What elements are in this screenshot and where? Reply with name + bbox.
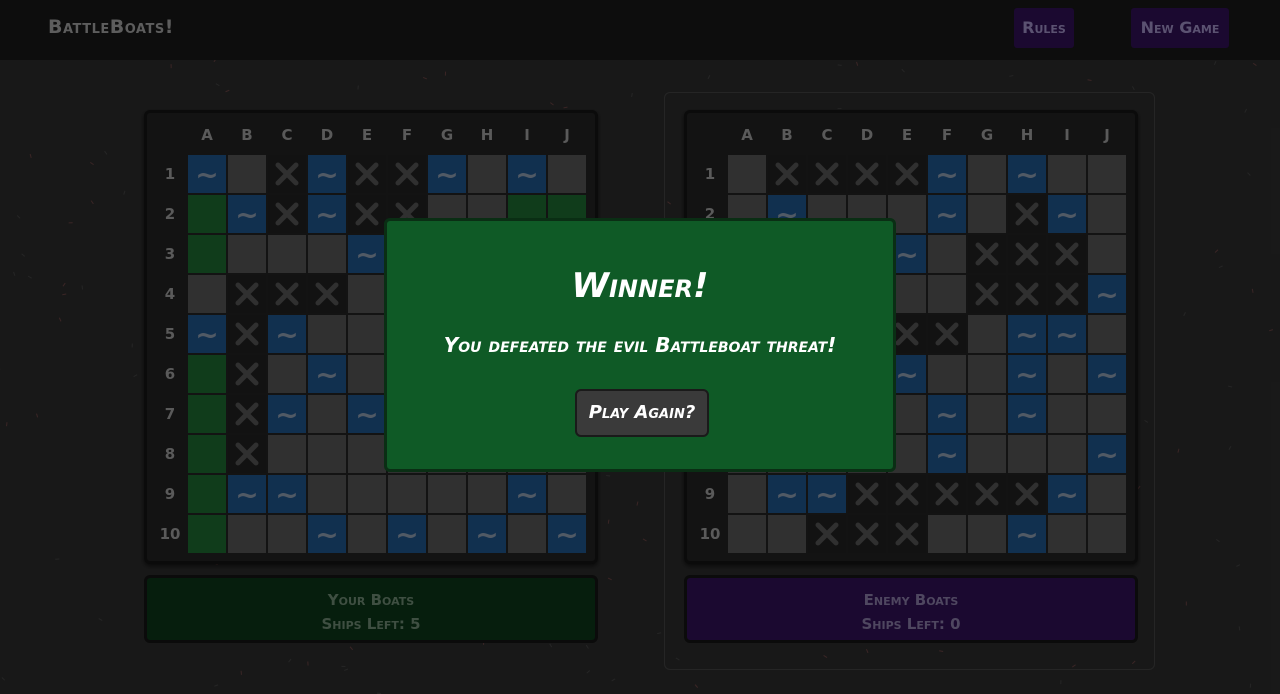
play-again-button[interactable]: Play Again? — [575, 389, 709, 437]
modal-title: Winner! — [571, 266, 709, 306]
winner-modal: Winner! You defeated the evil Battleboat… — [384, 218, 896, 472]
modal-message: You defeated the evil Battleboat threat! — [443, 333, 837, 357]
